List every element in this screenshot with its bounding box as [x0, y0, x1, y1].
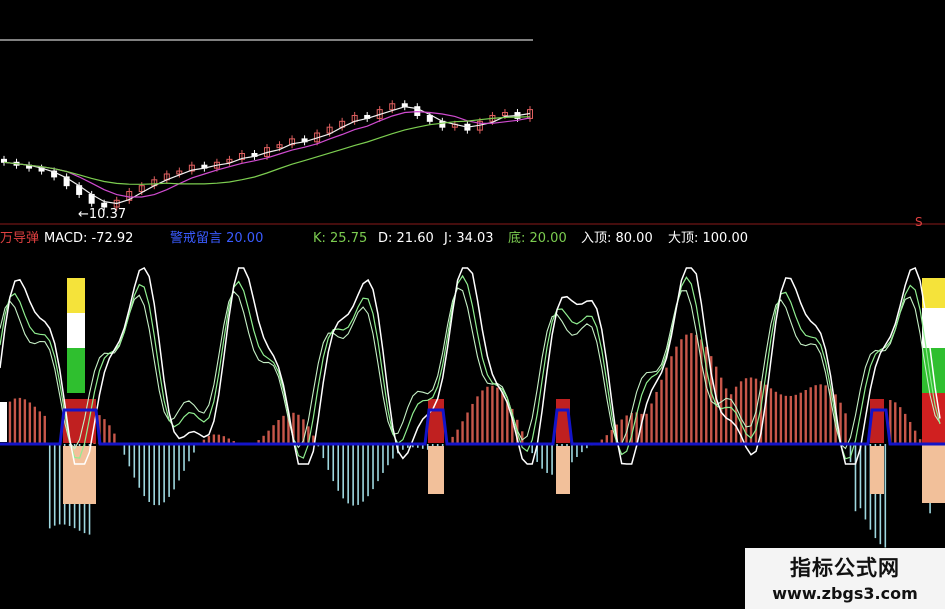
left-signal-column: [67, 348, 85, 393]
signal-zone-block: [870, 446, 884, 494]
candle-body: [426, 114, 433, 122]
signal-zone-block: [428, 446, 444, 494]
right-signal-column: [922, 443, 945, 503]
d-value: D: 21.60: [378, 231, 434, 246]
right-signal-column: [922, 278, 945, 308]
left-signal-column: [67, 313, 85, 348]
macd-value: MACD: -72.92: [44, 231, 134, 246]
signal-zone-block: [63, 446, 96, 504]
warning-value: 警戒留言 20.00: [170, 231, 264, 246]
right-signal-column: [922, 393, 945, 443]
watermark-box: 指标公式网 www.zbgs3.com: [745, 548, 945, 609]
signal-red-block: [428, 399, 444, 443]
j-value: J: 34.03: [444, 231, 494, 246]
entry-top-value: 入顶: 80.00: [581, 231, 653, 246]
low-marker-label: ←10.37: [78, 207, 126, 222]
right-marker: S: [915, 215, 923, 229]
left-edge-marker: [0, 402, 7, 442]
signal-zone-block: [556, 446, 570, 494]
left-signal-column: [67, 278, 85, 313]
watermark-url: www.zbgs3.com: [772, 584, 918, 603]
stock-chart: ←10.37 S: [0, 0, 945, 609]
k-value: K: 25.75: [313, 231, 368, 246]
big-top-value: 大顶: 100.00: [668, 231, 748, 246]
watermark-title: 指标公式网: [790, 556, 900, 580]
bottom-value: 底: 20.00: [508, 231, 567, 246]
candle-body: [1, 158, 7, 163]
indicator-name: 万导弹: [0, 231, 40, 246]
